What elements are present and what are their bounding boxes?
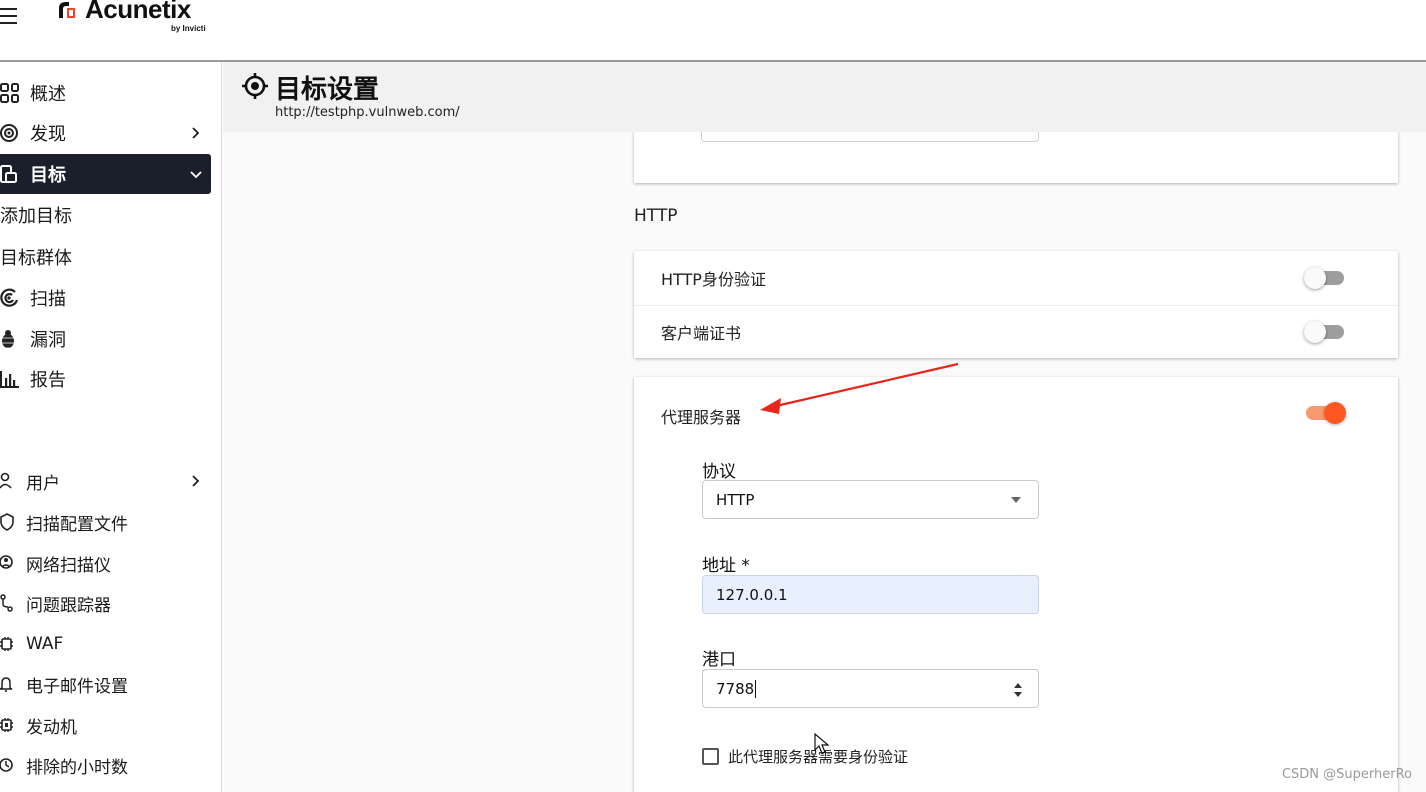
section-title-http: HTTP xyxy=(634,206,678,226)
proxy-auth-checkbox-row[interactable]: 此代理服务器需要身份验证 xyxy=(702,746,908,767)
user-icon xyxy=(0,461,26,501)
http-settings-card: HTTP身份验证 客户端证书 xyxy=(634,251,1398,358)
client-certificate-toggle[interactable] xyxy=(1304,320,1346,344)
targets-icon xyxy=(0,154,30,194)
sidebar-item-label: 用户 xyxy=(26,473,60,494)
network-scanner-icon xyxy=(0,543,26,583)
previous-settings-card xyxy=(634,132,1398,183)
sidebar-item-label: 发现 xyxy=(30,124,66,145)
sidebar-item-scans[interactable]: 扫描 xyxy=(0,278,211,318)
sidebar-item-users[interactable]: 用户 xyxy=(0,461,211,501)
crosshair-target-icon xyxy=(242,73,268,99)
page-header: 目标设置 http://testphp.vulnweb.com/ xyxy=(223,62,1426,132)
discovery-target-icon xyxy=(0,113,30,153)
port-value: 7788 xyxy=(716,679,755,698)
sidebar-item-email-settings[interactable]: 电子邮件设置 xyxy=(0,664,211,704)
settings-content: HTTP HTTP身份验证 客户端证书 代理服务器 协议 HTTP 地址 * 1… xyxy=(223,132,1426,792)
clock-icon xyxy=(0,745,26,785)
sidebar-item-overview[interactable]: 概述 xyxy=(0,73,211,113)
page-title: 目标设置 xyxy=(275,75,380,105)
sidebar-item-label: 发动机 xyxy=(26,717,77,738)
sidebar-item-label: 扫描 xyxy=(30,289,66,310)
protocol-label: 协议 xyxy=(702,462,736,482)
engine-chip-icon xyxy=(0,705,26,745)
mouse-pointer-icon xyxy=(814,733,830,754)
sidebar-item-label: 报告 xyxy=(30,370,66,391)
sidebar-item-label: 问题跟踪器 xyxy=(26,595,111,616)
acunetix-logo-mark-icon xyxy=(59,2,75,18)
sidebar-subitem-target-groups[interactable]: 目标群体 xyxy=(0,237,211,277)
protocol-select[interactable]: HTTP xyxy=(702,480,1039,519)
http-auth-label: HTTP身份验证 xyxy=(661,269,766,289)
watermark-text: CSDN @SuperherRo xyxy=(1281,767,1412,782)
sidebar-item-label: WAF xyxy=(26,634,64,654)
sidebar-item-label: 扫描配置文件 xyxy=(26,514,128,535)
brand-subtitle: by Invicti xyxy=(171,24,206,33)
menu-icon[interactable] xyxy=(0,8,20,28)
top-bar: Acunetix by Invicti xyxy=(0,0,1426,62)
sidebar: 概述 发现 目标 添加目标 目标群体 扫描 漏洞 报告 用户 扫描配置文件 网络… xyxy=(0,62,222,792)
sidebar-item-reports[interactable]: 报告 xyxy=(0,359,211,399)
bug-icon xyxy=(0,319,30,359)
client-certificate-label: 客户端证书 xyxy=(661,324,742,343)
chevron-right-icon xyxy=(192,127,200,139)
sidebar-item-label: 漏洞 xyxy=(30,330,66,351)
sidebar-item-engines[interactable]: 发动机 xyxy=(0,705,211,745)
protocol-value: HTTP xyxy=(716,490,755,509)
proxy-server-toggle[interactable] xyxy=(1304,401,1346,425)
text-caret xyxy=(755,679,757,698)
chevron-down-icon xyxy=(190,171,202,179)
http-auth-toggle[interactable] xyxy=(1304,266,1346,290)
sidebar-item-label: 电子邮件设置 xyxy=(26,676,128,697)
address-input[interactable]: 127.0.0.1 xyxy=(702,575,1039,614)
bar-chart-icon xyxy=(0,359,30,399)
truncated-input-field[interactable] xyxy=(701,132,1039,142)
sidebar-item-discovery[interactable]: 发现 xyxy=(0,113,211,153)
sidebar-item-label: 目标群体 xyxy=(0,248,72,269)
sidebar-item-label: 排除的小时数 xyxy=(26,757,128,778)
scan-radar-icon xyxy=(0,278,30,318)
proxy-server-label: 代理服务器 xyxy=(661,408,742,427)
bell-icon xyxy=(0,664,26,704)
number-stepper-icon[interactable] xyxy=(1013,681,1023,699)
address-label: 地址 * xyxy=(702,556,750,576)
overview-grid-icon xyxy=(0,73,30,113)
client-certificate-row: 客户端证书 xyxy=(634,305,1398,358)
port-input[interactable]: 7788 xyxy=(702,669,1039,708)
dropdown-caret-icon xyxy=(1011,497,1021,503)
sidebar-item-label: 概述 xyxy=(30,84,66,105)
sidebar-item-scan-profiles[interactable]: 扫描配置文件 xyxy=(0,502,211,542)
sidebar-item-label: 网络扫描仪 xyxy=(26,555,111,576)
http-auth-row: HTTP身份验证 xyxy=(634,251,1398,304)
proxy-settings-card: 代理服务器 协议 HTTP 地址 * 127.0.0.1 港口 7788 此代理… xyxy=(634,377,1398,792)
shield-icon xyxy=(0,502,26,542)
sidebar-item-vulnerabilities[interactable]: 漏洞 xyxy=(0,319,211,359)
chip-icon xyxy=(0,624,26,664)
sidebar-item-excluded-hours[interactable]: 排除的小时数 xyxy=(0,745,211,785)
proxy-auth-checkbox[interactable] xyxy=(702,748,719,765)
sidebar-item-targets[interactable]: 目标 xyxy=(0,154,211,194)
sidebar-item-label: 目标 xyxy=(30,165,66,186)
brand-name: Acunetix xyxy=(85,0,191,24)
port-label: 港口 xyxy=(702,650,736,670)
sidebar-item-label: 添加目标 xyxy=(0,206,72,227)
sidebar-subitem-add-target[interactable]: 添加目标 xyxy=(0,195,211,235)
issue-tracker-icon xyxy=(0,583,26,623)
address-value: 127.0.0.1 xyxy=(716,585,788,604)
chevron-right-icon xyxy=(192,475,200,487)
target-url: http://testphp.vulnweb.com/ xyxy=(275,105,460,120)
sidebar-item-issue-trackers[interactable]: 问题跟踪器 xyxy=(0,583,211,623)
sidebar-item-waf[interactable]: WAF xyxy=(0,624,211,664)
sidebar-item-network-scanner[interactable]: 网络扫描仪 xyxy=(0,543,211,583)
